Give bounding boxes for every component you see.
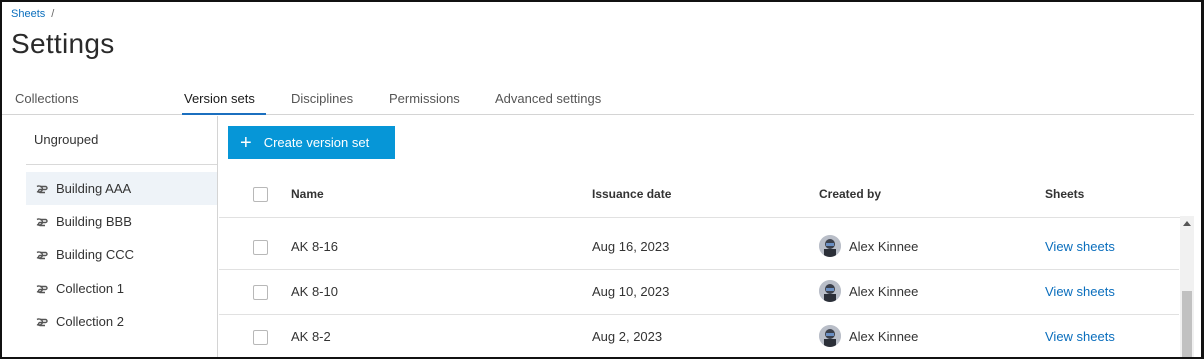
plus-icon: + [240,131,252,154]
avatar [819,235,841,257]
created-by-name: Alex Kinnee [849,284,919,299]
row-checkbox[interactable] [253,330,268,345]
collection-icon [34,182,48,196]
issuance-date: Aug 2, 2023 [592,329,663,344]
tab-permissions[interactable]: Permissions [389,91,460,106]
sidebar-item-collection-1[interactable]: Collection 1 [26,272,217,305]
tab-version-sets[interactable]: Version sets [184,91,255,106]
version-set-name: AK 8-16 [291,239,338,254]
breadcrumb-link-sheets[interactable]: Sheets [11,8,45,20]
table-row[interactable]: AK 8-10 Aug 10, 2023 Alex Kinnee View sh… [219,270,1179,315]
sidebar-item-building-ccc[interactable]: Building CCC [26,238,217,271]
created-by-name: Alex Kinnee [849,329,919,344]
sidebar-item-collection-2[interactable]: Collection 2 [26,305,217,338]
column-header-name[interactable]: Name [291,187,324,201]
row-checkbox[interactable] [253,240,268,255]
tab-bar: Collections Version sets Disciplines Per… [2,85,1194,115]
breadcrumb: Sheets / [11,8,54,20]
sidebar-item-label: Building BBB [56,214,132,229]
scrollbar-thumb[interactable] [1182,291,1192,357]
active-tab-indicator [182,113,266,115]
version-set-name: AK 8-10 [291,284,338,299]
column-header-issuance-date[interactable]: Issuance date [592,187,671,201]
sidebar-item-label: Building CCC [56,247,135,262]
table-row[interactable]: AK 8-16 Aug 16, 2023 Alex Kinnee View sh… [219,225,1179,270]
view-sheets-link[interactable]: View sheets [1045,284,1115,299]
column-header-sheets[interactable]: Sheets [1045,187,1084,201]
tab-disciplines[interactable]: Disciplines [291,91,353,106]
page-title: Settings [11,28,115,59]
sidebar-item-label: Collection 1 [56,281,124,296]
sidebar-item-label: Collection 2 [56,314,124,329]
tab-collections[interactable]: Collections [15,91,79,106]
sidebar-divider [26,164,217,165]
row-checkbox[interactable] [253,285,268,300]
breadcrumb-separator: / [51,8,55,20]
sidebar-item-ungrouped[interactable]: Ungrouped [34,132,98,147]
sidebar-item-label: Building AAA [56,181,132,196]
collection-icon [34,248,48,262]
view-sheets-link[interactable]: View sheets [1045,329,1115,344]
sidebar-item-building-aaa[interactable]: Building AAA [26,172,217,205]
sidebar-item-building-bbb[interactable]: Building BBB [26,205,217,238]
created-by-name: Alex Kinnee [849,239,919,254]
issuance-date: Aug 10, 2023 [592,284,670,299]
column-header-created-by[interactable]: Created by [819,187,881,201]
table-scrollbar[interactable] [1180,216,1194,357]
select-all-checkbox[interactable] [253,187,268,202]
collection-icon [34,282,48,296]
issuance-date: Aug 16, 2023 [592,239,670,254]
table-row[interactable]: AK 8-2 Aug 2, 2023 Alex Kinnee View shee… [219,315,1179,359]
collection-icon [34,215,48,229]
table-header: Name Issuance date Created by Sheets [219,173,1194,218]
collection-icon [34,315,48,329]
scroll-up-arrow-icon[interactable] [1183,221,1191,226]
create-version-set-button[interactable]: + Create version set [228,126,395,159]
tab-advanced-settings[interactable]: Advanced settings [495,91,601,106]
avatar [819,280,841,302]
main-panel: + Create version set Name Issuance date … [219,116,1194,357]
create-version-set-label: Create version set [263,135,370,150]
avatar [819,325,841,347]
sidebar: Ungrouped Building AAA Building BBB Buil… [2,116,218,357]
view-sheets-link[interactable]: View sheets [1045,239,1115,254]
version-set-name: AK 8-2 [291,329,331,344]
